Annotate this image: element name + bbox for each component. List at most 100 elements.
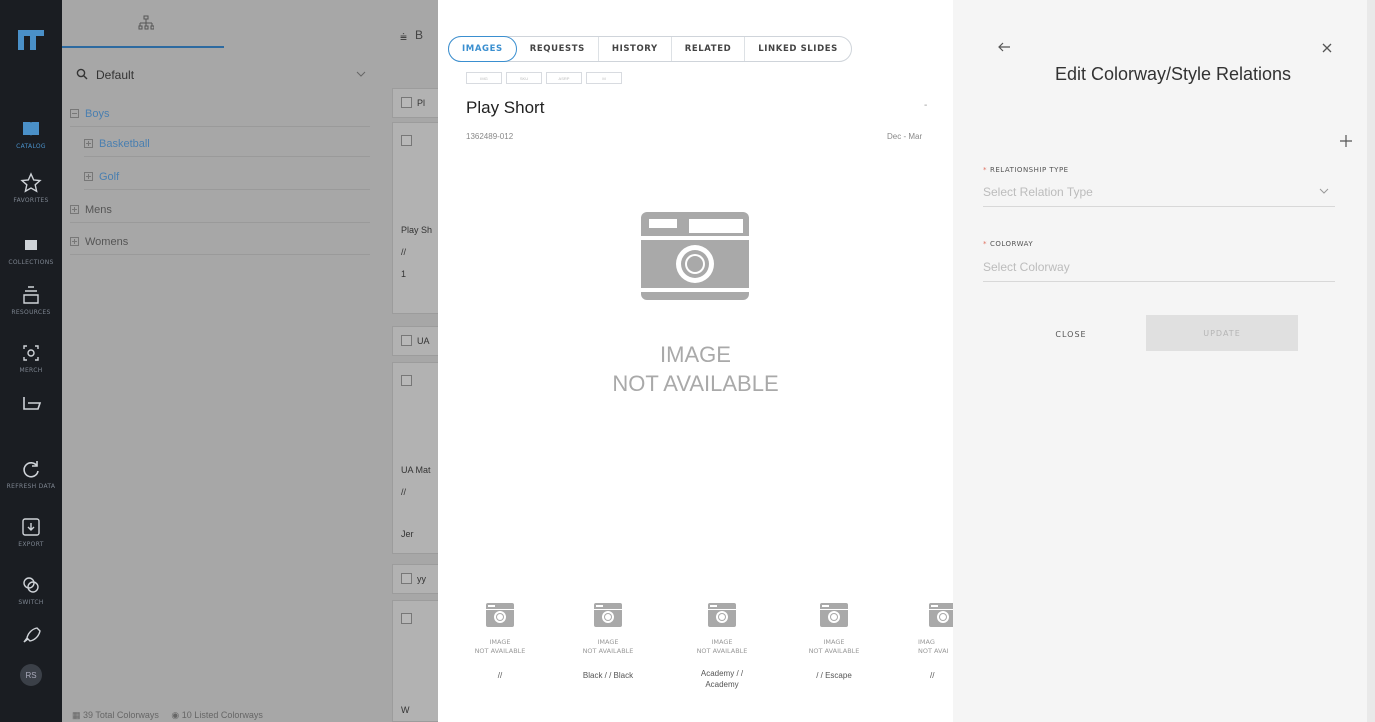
relationship-type-select[interactable]: Select Relation Type bbox=[983, 181, 1335, 207]
thumbnail[interactable]: IMAGE NOT AVAILABLE Black / / Black bbox=[558, 600, 658, 681]
catalog-tree-panel: Default Boys Basketball Golf Mens Womens… bbox=[62, 0, 474, 722]
tab-images[interactable]: IMAGES bbox=[448, 36, 517, 62]
tree-node-mens[interactable]: Mens bbox=[70, 197, 370, 223]
grid-icon: ▦ bbox=[72, 710, 81, 720]
nav-refresh-data[interactable]: REFRESH DATA bbox=[0, 458, 62, 490]
thumb-na: IMAGE NOT AVAILABLE bbox=[582, 638, 634, 655]
tree-node-boys[interactable]: Boys bbox=[70, 101, 370, 127]
expand-icon[interactable] bbox=[84, 172, 93, 181]
attribute-chip: ASRP bbox=[546, 72, 582, 84]
tree-node-womens[interactable]: Womens bbox=[70, 229, 370, 255]
tab-hierarchy[interactable] bbox=[62, 0, 224, 48]
folder-icon bbox=[25, 240, 37, 250]
thumb-na: IMAGE NOT AVAILABLE bbox=[808, 638, 860, 655]
required-marker: * bbox=[983, 166, 987, 174]
title-dash: - bbox=[924, 100, 928, 111]
nav-catalog[interactable]: CATALOG bbox=[0, 118, 62, 150]
image-not-available: IMAGE NOT AVAILABLE bbox=[612, 342, 779, 396]
camera-icon bbox=[929, 603, 953, 627]
avatar[interactable]: RS bbox=[20, 664, 42, 686]
camera-icon bbox=[708, 603, 736, 627]
search-icon bbox=[76, 68, 88, 80]
app-logo[interactable] bbox=[16, 28, 46, 52]
switch-icon bbox=[23, 577, 39, 593]
nav-switch[interactable]: SWITCH bbox=[0, 574, 62, 606]
tab-related[interactable]: RELATED bbox=[672, 37, 746, 61]
checkbox[interactable] bbox=[401, 135, 412, 146]
tab-bookmarks[interactable] bbox=[224, 0, 474, 48]
rocket-icon bbox=[23, 627, 41, 643]
tab-linked-slides[interactable]: LINKED SLIDES bbox=[745, 37, 851, 61]
close-button[interactable]: CLOSE bbox=[1011, 318, 1131, 350]
checkbox[interactable] bbox=[401, 97, 412, 108]
thumb-colorway-name: // bbox=[497, 671, 503, 680]
camera-icon bbox=[641, 212, 749, 300]
colorway-detail-modal: IMAGES REQUESTS HISTORY RELATED LINKED S… bbox=[438, 0, 953, 722]
tab-history[interactable]: HISTORY bbox=[599, 37, 672, 61]
update-button[interactable]: UPDATE bbox=[1146, 315, 1298, 351]
panel-title: Edit Colorway/Style Relations bbox=[1054, 64, 1292, 84]
listed-colorways: 10 Listed Colorways bbox=[181, 710, 263, 720]
tree-filter-select[interactable]: Default bbox=[76, 64, 376, 88]
nav-board[interactable] bbox=[0, 392, 62, 414]
thumb-colorway-name: Black / / Black bbox=[582, 671, 634, 680]
tree-node-golf[interactable]: Golf bbox=[84, 164, 370, 190]
style-title: Play Short bbox=[466, 98, 545, 117]
thumb-na: IMAG NOT AVAI bbox=[918, 638, 949, 655]
merch-icon bbox=[23, 345, 39, 361]
hierarchy-icon bbox=[138, 15, 154, 30]
expand-icon[interactable] bbox=[70, 205, 79, 214]
thumbnail[interactable]: IMAGE NOT AVAILABLE Academy / / Academy bbox=[672, 600, 772, 690]
thumbnail[interactable]: IMAG NOT AVAI // bbox=[898, 600, 953, 681]
checkbox[interactable] bbox=[401, 573, 412, 584]
star-icon bbox=[20, 172, 42, 193]
detail-tabs: IMAGES REQUESTS HISTORY RELATED LINKED S… bbox=[448, 36, 852, 62]
required-marker: * bbox=[983, 240, 987, 248]
board-icon bbox=[23, 397, 42, 410]
colorway-select[interactable]: Select Colorway bbox=[983, 256, 1335, 282]
camera-icon bbox=[594, 603, 622, 627]
nav-rail: CATALOG FAVORITES COLLECTIONS RESOURCES … bbox=[0, 0, 62, 722]
tree-filter-value: Default bbox=[96, 68, 135, 82]
expand-icon[interactable] bbox=[70, 237, 79, 246]
expand-icon[interactable] bbox=[84, 139, 93, 148]
nav-favorites[interactable]: FAVORITES bbox=[0, 172, 62, 204]
season-range: Dec - Mar bbox=[887, 132, 923, 141]
thumb-colorway-name: Academy / / Academy bbox=[700, 669, 744, 689]
sort-label: B bbox=[415, 28, 424, 42]
nav-collections[interactable]: COLLECTIONS bbox=[0, 234, 62, 266]
book-icon bbox=[23, 122, 39, 136]
checkbox[interactable] bbox=[401, 375, 412, 386]
sort-icon[interactable]: ⩧ bbox=[400, 30, 407, 45]
export-icon bbox=[22, 518, 40, 536]
attribute-chips: IMG SKU ASRP M bbox=[466, 72, 622, 84]
thumbnail[interactable]: IMAGE NOT AVAILABLE // bbox=[450, 600, 550, 681]
arrow-left-icon[interactable] bbox=[997, 40, 1011, 54]
edit-relations-panel: Edit Colorway/Style Relations * RELATIONS… bbox=[953, 0, 1375, 722]
tab-requests[interactable]: REQUESTS bbox=[517, 37, 599, 61]
scrollbar-track bbox=[1367, 0, 1375, 722]
camera-icon bbox=[486, 603, 514, 627]
checkbox[interactable] bbox=[401, 335, 412, 346]
thumbnail[interactable]: IMAGE NOT AVAILABLE / / Escape bbox=[784, 600, 884, 681]
nav-merch[interactable]: MERCH bbox=[0, 342, 62, 374]
collapse-icon[interactable] bbox=[70, 109, 79, 118]
camera-icon bbox=[820, 603, 848, 627]
nav-resources[interactable]: RESOURCES bbox=[0, 284, 62, 316]
add-icon[interactable] bbox=[1340, 135, 1352, 147]
thumb-colorway-name: / / Escape bbox=[816, 671, 852, 680]
chevron-down-icon bbox=[1319, 188, 1329, 194]
attribute-chip: IMG bbox=[466, 72, 502, 84]
close-icon[interactable] bbox=[1321, 42, 1333, 54]
attribute-chip: SKU bbox=[506, 72, 542, 84]
nav-export[interactable]: EXPORT bbox=[0, 516, 62, 548]
tree-footer: ▦ 39 Total Colorways ◉ 10 Listed Colorwa… bbox=[72, 710, 263, 721]
thumb-colorway-name: // bbox=[930, 671, 935, 680]
nav-rocket[interactable] bbox=[0, 624, 62, 646]
relationship-type-label: * RELATIONSHIP TYPE bbox=[983, 166, 1069, 174]
refresh-icon bbox=[23, 461, 39, 478]
checkbox[interactable] bbox=[401, 613, 412, 624]
colorway-label: * COLORWAY bbox=[983, 240, 1034, 248]
tree-node-basketball[interactable]: Basketball bbox=[84, 131, 370, 157]
thumb-na: IMAGE NOT AVAILABLE bbox=[696, 638, 748, 655]
